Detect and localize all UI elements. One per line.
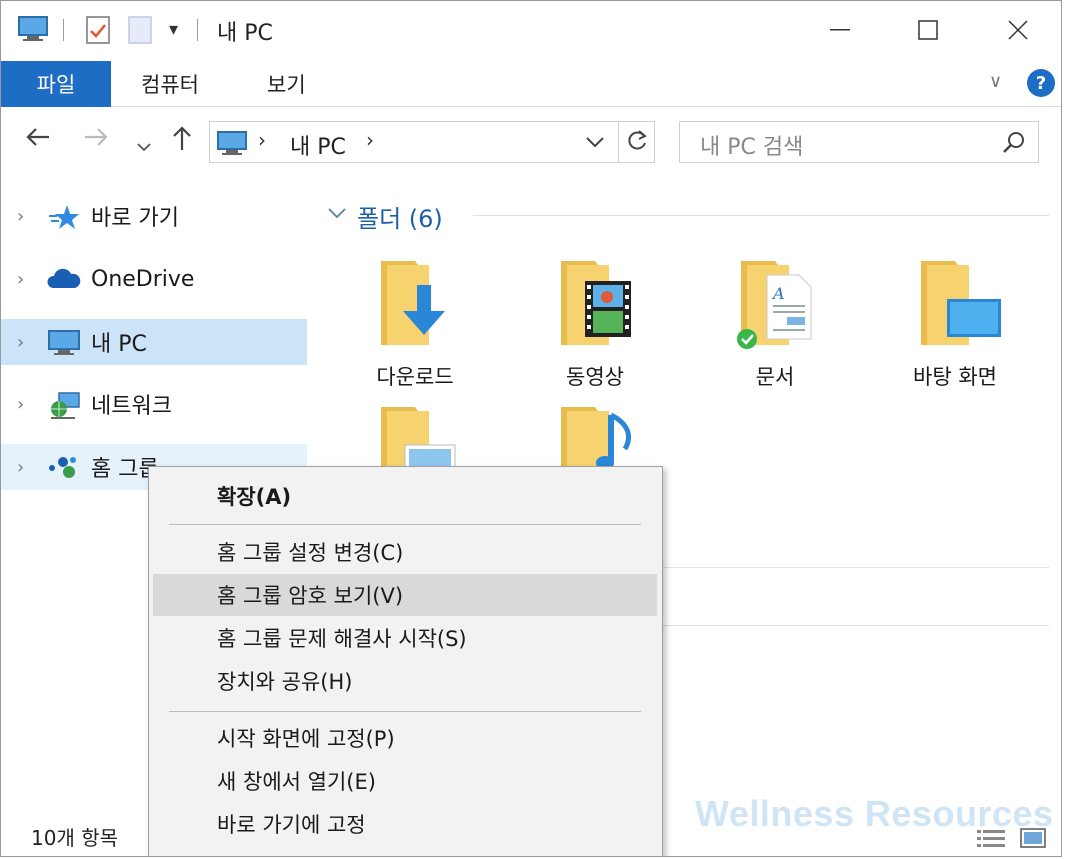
expand-chevron-icon[interactable]: › (17, 394, 24, 415)
forward-arrow-icon[interactable] (83, 125, 109, 155)
expand-chevron-icon[interactable]: › (17, 457, 24, 478)
search-placeholder: 내 PC 검색 (700, 135, 804, 160)
minimize-button[interactable] (817, 9, 863, 51)
divider (197, 19, 198, 41)
menu-item-pin-to-start[interactable]: 시작 화면에 고정(P) (153, 717, 657, 759)
sidebar-item-label: 네트워크 (91, 394, 172, 419)
new-folder-icon[interactable] (127, 15, 153, 49)
desktop-folder-icon (921, 261, 1001, 345)
computer-icon[interactable] (17, 15, 49, 47)
menu-item-pin-to-quick-access[interactable]: 바로 가기에 고정 (153, 803, 657, 845)
tab-view[interactable]: 보기 (267, 69, 306, 99)
menu-item-open-in-new-window[interactable]: 새 창에서 열기(E) (153, 760, 657, 802)
cloud-icon (47, 266, 81, 296)
expand-chevron-icon[interactable]: › (17, 332, 24, 353)
svg-text:A: A (771, 284, 785, 303)
folder-documents[interactable]: A 문서 (695, 259, 855, 399)
search-icon[interactable] (1002, 130, 1026, 158)
menu-item-view-homegroup-password[interactable]: 홈 그룹 암호 보기(V) (153, 574, 657, 616)
divider (63, 19, 64, 41)
search-box[interactable]: 내 PC 검색 (679, 121, 1039, 163)
documents-folder-icon: A (737, 261, 812, 349)
menu-item-start-homegroup-troubleshooter[interactable]: 홈 그룹 문제 해결사 시작(S) (153, 617, 657, 659)
sidebar-item-onedrive[interactable]: › OneDrive (1, 256, 307, 302)
breadcrumb-current[interactable]: 내 PC (290, 129, 346, 161)
help-button[interactable]: ? (1027, 69, 1055, 97)
group-divider (473, 215, 1049, 216)
customize-toolbar-icon[interactable]: ▾ (169, 19, 178, 40)
address-bar[interactable]: › 내 PC › (209, 121, 655, 163)
breadcrumb-chevron-icon[interactable]: › (366, 128, 374, 152)
sidebar-item-this-pc[interactable]: › 내 PC (1, 319, 307, 365)
network-icon (47, 391, 81, 425)
group-header-folders[interactable]: 폴더 (6) (357, 199, 443, 234)
sidebar-item-label: 내 PC (91, 332, 147, 357)
status-item-count: 10개 항목 (31, 826, 119, 850)
folder-label: 바탕 화면 (913, 365, 997, 389)
sidebar-item-label: 바로 가기 (91, 206, 179, 231)
menu-item-devices-and-sharing[interactable]: 장치와 공유(H) (153, 660, 657, 702)
address-dropdown-icon[interactable] (586, 126, 604, 154)
menu-separator (169, 711, 641, 712)
close-button[interactable] (995, 9, 1041, 51)
folder-videos[interactable]: 동영상 (515, 259, 675, 399)
computer-icon (47, 329, 81, 361)
sidebar-item-network[interactable]: › 네트워크 (1, 381, 307, 427)
menu-item-expand[interactable]: 확장(A) (153, 475, 657, 517)
divider (618, 122, 619, 162)
menu-item-change-homegroup-settings[interactable]: 홈 그룹 설정 변경(C) (153, 531, 657, 573)
computer-icon (216, 130, 248, 160)
homegroup-icon (47, 454, 81, 486)
folder-downloads[interactable]: 다운로드 (335, 259, 495, 399)
expand-ribbon-chevron-icon[interactable]: ∨ (989, 71, 1002, 92)
folder-label: 문서 (755, 365, 795, 389)
details-view-icon[interactable] (975, 827, 1009, 853)
file-explorer-window: ▾ 내 PC 파일 컴퓨터 보기 ∨ ? › 내 PC › 내 PC 검색 › … (0, 0, 1062, 857)
sidebar-item-quick-access[interactable]: › 바로 가기 (1, 193, 307, 239)
ribbon-tabs: 파일 컴퓨터 보기 ∨ ? (1, 59, 1061, 107)
breadcrumb-chevron-icon[interactable]: › (258, 128, 266, 152)
context-menu: 확장(A) 홈 그룹 설정 변경(C) 홈 그룹 암호 보기(V) 홈 그룹 문… (148, 466, 663, 856)
collapse-group-chevron-icon[interactable] (327, 201, 347, 225)
recent-locations-chevron-icon[interactable] (137, 129, 151, 159)
folder-desktop[interactable]: 바탕 화면 (875, 259, 1035, 399)
large-icons-view-icon[interactable] (1019, 827, 1049, 853)
tab-file[interactable]: 파일 (1, 61, 111, 107)
window-title: 내 PC (217, 21, 273, 46)
folder-label: 다운로드 (376, 365, 454, 389)
properties-icon[interactable] (85, 15, 111, 49)
maximize-button[interactable] (905, 9, 951, 51)
tab-computer[interactable]: 컴퓨터 (141, 69, 199, 99)
videos-folder-icon (561, 261, 631, 345)
sidebar-item-label: OneDrive (91, 266, 195, 292)
expand-chevron-icon[interactable]: › (17, 269, 24, 290)
expand-chevron-icon[interactable]: › (17, 206, 24, 227)
navigation-bar: › 내 PC › 내 PC 검색 (1, 107, 1061, 175)
back-arrow-icon[interactable] (25, 125, 51, 155)
menu-separator (169, 524, 641, 525)
up-arrow-icon[interactable] (171, 125, 193, 158)
star-icon (47, 203, 81, 235)
refresh-icon[interactable] (626, 128, 648, 158)
downloads-folder-icon (381, 261, 445, 345)
folder-label: 동영상 (566, 365, 624, 389)
title-bar: ▾ 내 PC (1, 1, 1061, 59)
